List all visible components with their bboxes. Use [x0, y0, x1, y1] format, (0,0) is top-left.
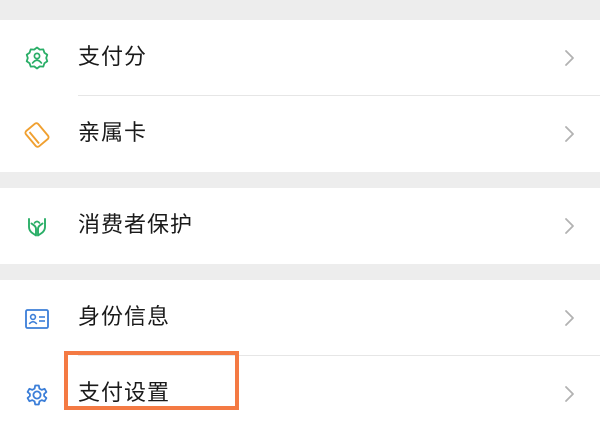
top-spacer	[0, 0, 600, 20]
id-card-icon	[24, 306, 50, 332]
menu-item-label: 亲属卡	[78, 121, 148, 146]
menu-item-label: 消费者保护	[78, 213, 194, 238]
menu-item-pay-score[interactable]: 支付分	[0, 20, 600, 96]
menu-item-label: 支付分	[78, 45, 148, 70]
chevron-right-icon	[560, 385, 578, 403]
family-card-icon	[24, 122, 50, 148]
menu-item-label: 身份信息	[78, 305, 171, 330]
menu-item-payment-settings[interactable]: 支付设置	[0, 356, 600, 432]
menu-group-1: 支付分 亲属卡	[0, 20, 600, 172]
menu-group-2: 消费者保护	[0, 188, 600, 264]
menu-group-3: 身份信息 支付设置	[0, 280, 600, 432]
chevron-right-icon	[560, 49, 578, 67]
menu-item-label: 支付设置	[78, 381, 171, 406]
chevron-right-icon	[560, 125, 578, 143]
menu-item-consumer-protection[interactable]: 消费者保护	[0, 188, 600, 264]
gear-icon	[24, 382, 50, 408]
section-spacer	[0, 172, 600, 188]
menu-item-identity-info[interactable]: 身份信息	[0, 280, 600, 356]
pay-score-badge-icon	[24, 46, 50, 72]
section-spacer	[0, 264, 600, 280]
menu-item-family-card[interactable]: 亲属卡	[0, 96, 600, 172]
hands-protection-icon	[24, 214, 50, 240]
chevron-right-icon	[560, 309, 578, 327]
chevron-right-icon	[560, 217, 578, 235]
